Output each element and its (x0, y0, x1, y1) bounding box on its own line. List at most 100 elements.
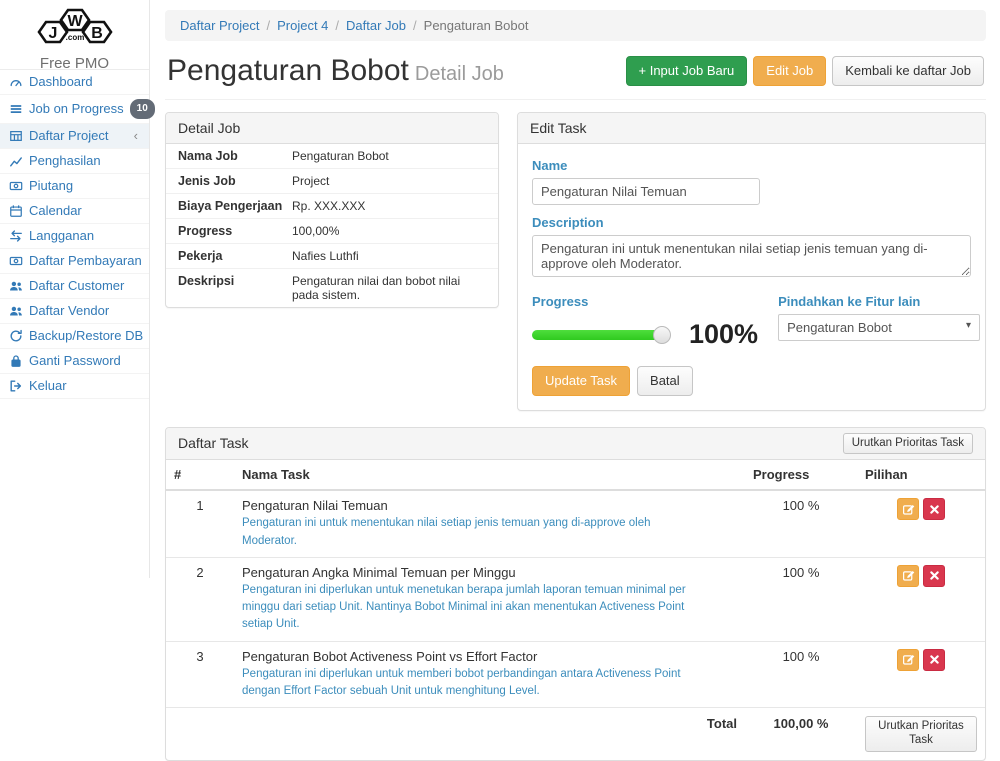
detail-job-panel: Detail Job Nama Job Pengaturan Bobot Jen… (165, 112, 499, 308)
main-content: Daftar Project/Project 4/Daftar Job/Peng… (151, 0, 1000, 578)
urutkan-prioritas-task-button-top[interactable]: Urutkan Prioritas Task (843, 433, 973, 455)
sidebar: J W B .com Free PMO Dashboard Job on Pro… (0, 0, 150, 578)
task-name: Pengaturan Bobot Activeness Point vs Eff… (242, 649, 737, 664)
task-name-input[interactable] (532, 178, 760, 205)
pencil-square-icon (902, 569, 915, 582)
sidebar-item-calendar[interactable]: Calendar (0, 199, 149, 224)
batal-button[interactable]: Batal (637, 366, 693, 396)
task-name: Pengaturan Nilai Temuan (242, 498, 737, 513)
breadcrumb-link-project-4[interactable]: Project 4 (277, 18, 328, 33)
edit-task-panel: Edit Task Name Description Pengaturan in… (517, 112, 986, 411)
detail-row-progress: Progress 100,00% (166, 219, 498, 244)
task-progress: 100 % (745, 641, 857, 708)
table-footer-row: Total 100,00 % Urutkan Prioritas Task (166, 708, 985, 760)
page-title: Pengaturan Bobot (167, 54, 409, 87)
sidebar-item-job-on-progress[interactable]: Job on Progress 10 (0, 95, 149, 124)
task-description-input[interactable]: Pengaturan ini untuk menentukan nilai se… (532, 235, 971, 277)
breadcrumb-link-daftar-job[interactable]: Daftar Job (346, 18, 406, 33)
detail-label: Nama Job (178, 149, 292, 163)
detail-row-deskripsi: Deskripsi Pengaturan nilai dan bobot nil… (166, 269, 498, 307)
table-icon (9, 129, 23, 143)
x-icon (930, 655, 939, 664)
sidebar-item-daftar-customer[interactable]: Daftar Customer (0, 274, 149, 299)
edit-task-button[interactable] (897, 649, 919, 671)
sidebar-item-keluar[interactable]: Keluar (0, 374, 149, 399)
sidebar-item-label: Keluar (29, 378, 140, 394)
page-subtitle: Detail Job (415, 63, 504, 85)
sidebar-item-label: Job on Progress (29, 101, 124, 117)
daftar-task-panel: Daftar Task Urutkan Prioritas Task # Nam… (165, 427, 986, 761)
detail-row-biaya-pengerjaan: Biaya Pengerjaan Rp. XXX.XXX (166, 194, 498, 219)
edit-job-button[interactable]: Edit Job (753, 56, 826, 86)
sidebar-item-label: Dashboard (29, 74, 140, 90)
sidebar-item-penghasilan[interactable]: Penghasilan (0, 149, 149, 174)
svg-text:B: B (91, 25, 103, 42)
progress-slider[interactable] (532, 330, 667, 340)
detail-row-nama-job: Nama Job Pengaturan Bobot (166, 144, 498, 169)
sidebar-item-label: Calendar (29, 203, 140, 219)
detail-value: Pengaturan Bobot (292, 149, 486, 163)
sidebar-item-daftar-project[interactable]: Daftar Project ‹ (0, 124, 149, 149)
task-number: 3 (166, 641, 234, 708)
table-row: 1 Pengaturan Nilai Temuan Pengaturan ini… (166, 490, 985, 557)
sidebar-item-piutang[interactable]: Piutang (0, 174, 149, 199)
sidebar-item-label: Daftar Customer (29, 278, 140, 294)
detail-label: Progress (178, 224, 292, 238)
task-description: Pengaturan ini untuk menentukan nilai se… (242, 515, 737, 550)
sidebar-item-ganti-password[interactable]: Ganti Password (0, 349, 149, 374)
breadcrumb-separator: / (266, 18, 270, 33)
svg-text:W: W (67, 13, 83, 30)
sidebar-item-langganan[interactable]: Langganan (0, 224, 149, 249)
detail-value: Project (292, 174, 486, 188)
sidebar-item-label: Piutang (29, 178, 140, 194)
svg-text:.com: .com (65, 33, 84, 42)
table-row: 2 Pengaturan Angka Minimal Temuan per Mi… (166, 557, 985, 641)
input-job-baru-button[interactable]: + Input Job Baru (626, 56, 748, 86)
sidebar-item-label: Langganan (29, 228, 140, 244)
sidebar-item-daftar-vendor[interactable]: Daftar Vendor (0, 299, 149, 324)
move-feature-label: Pindahkan ke Fitur lain (778, 294, 980, 309)
delete-task-button[interactable] (923, 565, 945, 587)
progress-label: Progress (532, 294, 758, 309)
move-feature-select-wrap: Pengaturan Bobot (778, 314, 980, 341)
update-task-button[interactable]: Update Task (532, 366, 630, 396)
edit-task-button[interactable] (897, 498, 919, 520)
line-chart-icon (9, 154, 23, 168)
detail-value: Pengaturan nilai dan bobot nilai pada si… (292, 274, 486, 302)
kembali-ke-daftar-job-button[interactable]: Kembali ke daftar Job (832, 56, 984, 86)
header-buttons: + Input Job Baru Edit Job Kembali ke daf… (626, 56, 984, 86)
sidebar-item-label: Daftar Project (29, 128, 128, 144)
task-table: # Nama Task Progress Pilihan 1 Pengatura… (166, 460, 985, 759)
detail-value: Rp. XXX.XXX (292, 199, 486, 213)
svg-text:J: J (48, 25, 57, 42)
name-label: Name (532, 158, 971, 173)
detail-value: 100,00% (292, 224, 486, 238)
progress-slider-handle[interactable] (653, 326, 671, 344)
pencil-square-icon (902, 503, 915, 516)
dashboard-icon (9, 75, 23, 89)
x-icon (930, 571, 939, 580)
detail-row-jenis-job: Jenis Job Project (166, 169, 498, 194)
sidebar-item-daftar-pembayaran[interactable]: Daftar Pembayaran (0, 249, 149, 274)
sidebar-item-label: Daftar Pembayaran (29, 253, 142, 269)
app-logo: J W B .com Free PMO (0, 0, 149, 70)
breadcrumb-link-daftar-project[interactable]: Daftar Project (180, 18, 259, 33)
edit-task-button[interactable] (897, 565, 919, 587)
urutkan-prioritas-task-button-bottom[interactable]: Urutkan Prioritas Task (865, 716, 977, 752)
delete-task-button[interactable] (923, 649, 945, 671)
task-description: Pengaturan ini diperlukan untuk memberi … (242, 666, 737, 701)
chevron-left-icon: ‹ (134, 128, 140, 144)
task-number: 1 (166, 490, 234, 557)
daftar-task-panel-title: Daftar Task (178, 435, 249, 451)
sidebar-item-backup-restore[interactable]: Backup/Restore DB (0, 324, 149, 349)
sidebar-item-dashboard[interactable]: Dashboard (0, 70, 149, 95)
column-header-progress: Progress (745, 460, 857, 490)
task-number: 2 (166, 557, 234, 641)
task-progress: 100 % (745, 557, 857, 641)
description-label: Description (532, 215, 971, 230)
move-feature-select[interactable]: Pengaturan Bobot (778, 314, 980, 341)
detail-row-pekerja: Pekerja Nafies Luthfi (166, 244, 498, 269)
delete-task-button[interactable] (923, 498, 945, 520)
calendar-icon (9, 204, 23, 218)
detail-job-panel-title: Detail Job (166, 113, 498, 144)
